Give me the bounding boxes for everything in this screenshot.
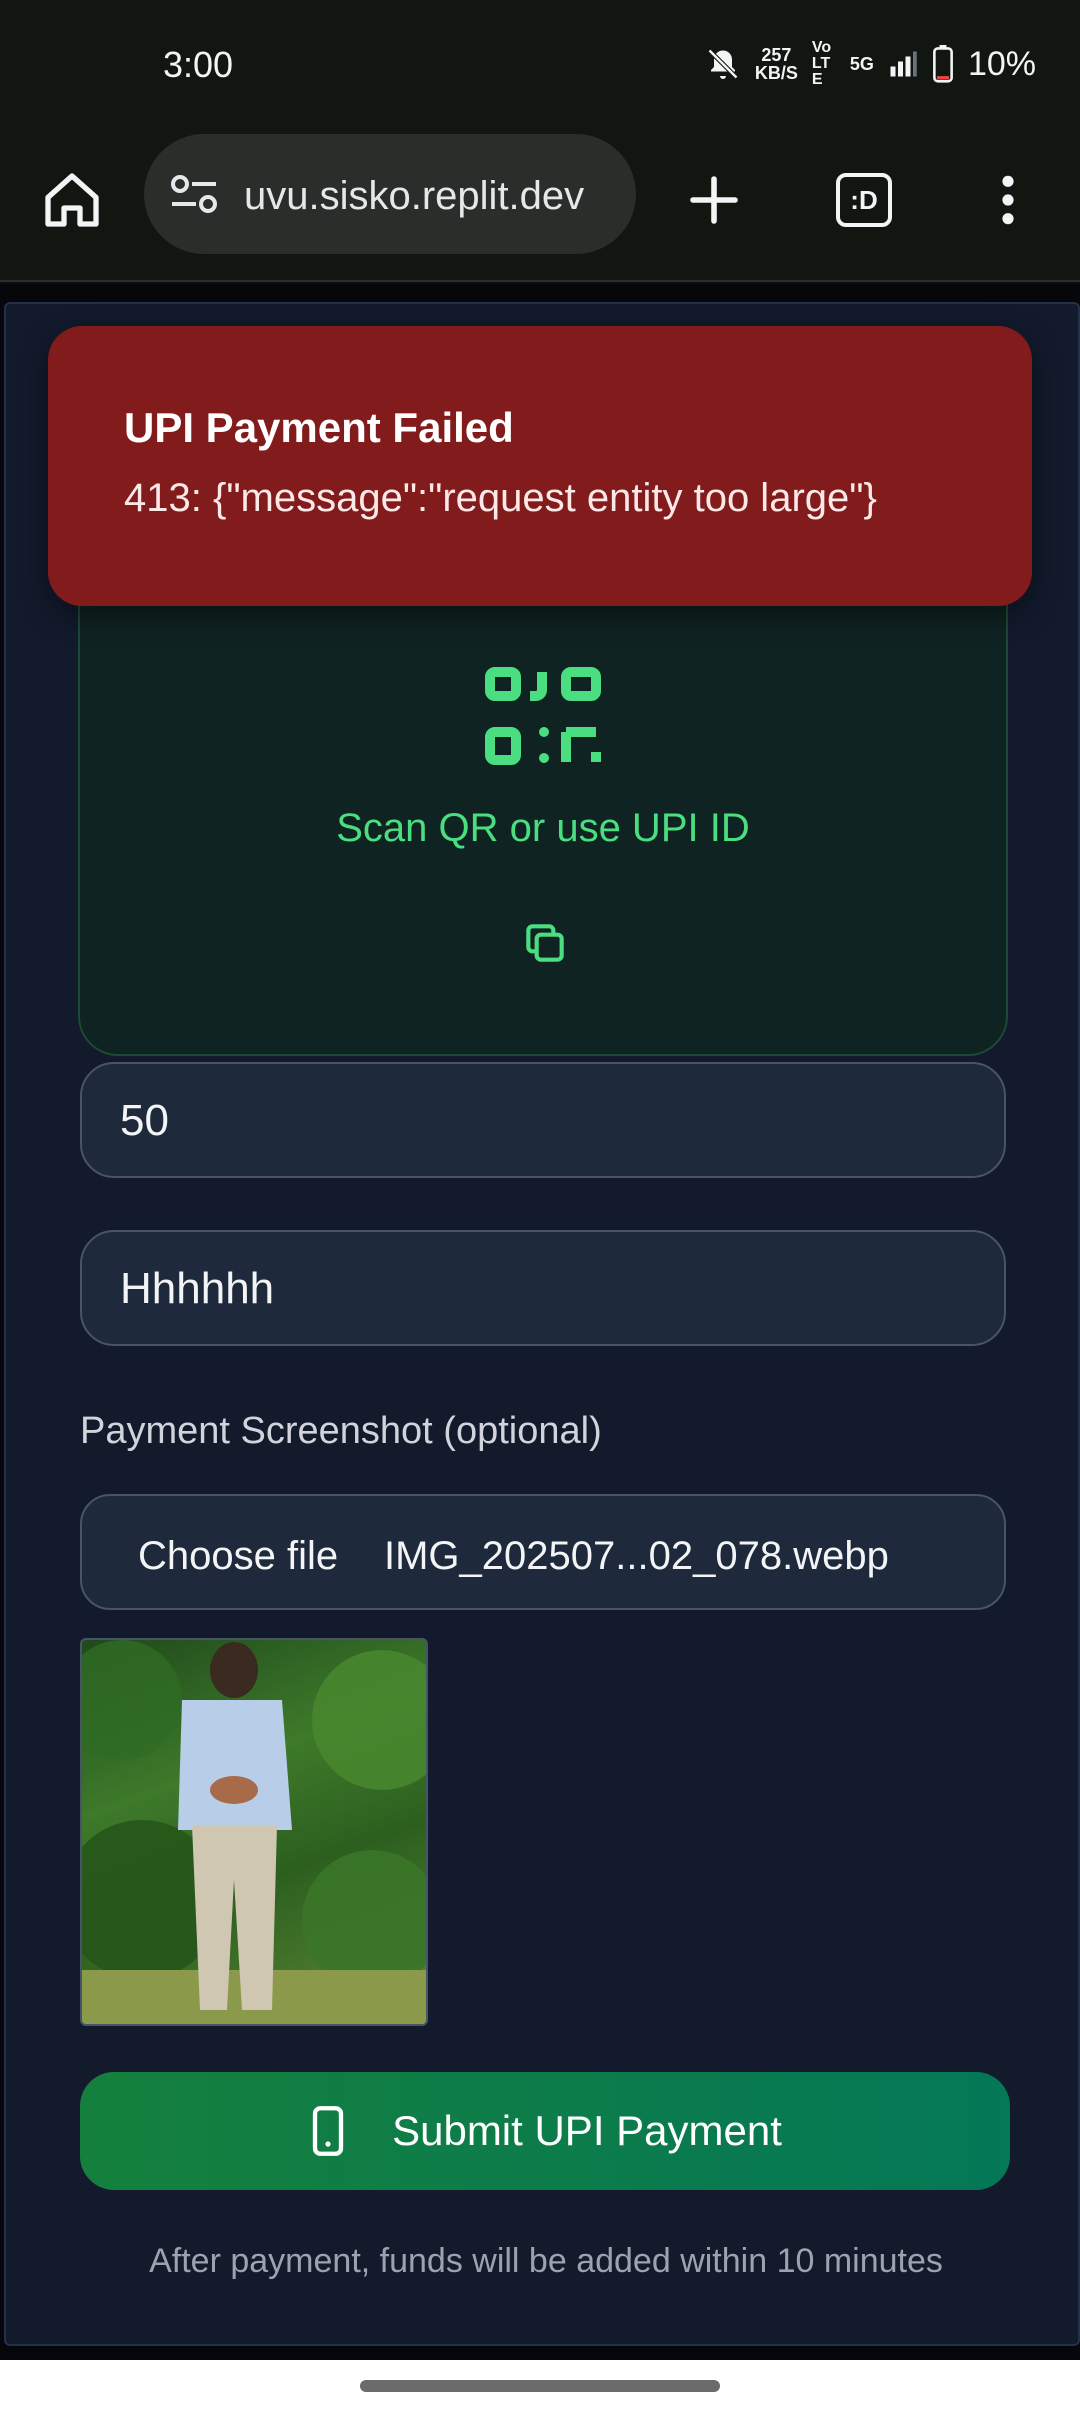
reference-field[interactable] [80, 1230, 1006, 1346]
signal-icon [890, 51, 917, 77]
qr-caption: Scan QR or use UPI ID [336, 806, 750, 850]
file-input[interactable]: Choose file IMG_202507...02_078.webp [80, 1494, 1006, 1610]
status-bar: 3:00 257 KB/S Vo LTE 5G 10% [0, 0, 1080, 130]
browser-toolbar: uvu.sisko.replit.dev :D [0, 130, 1080, 282]
screenshot-label: Payment Screenshot (optional) [80, 1410, 602, 1452]
network-type: 5G [849, 53, 874, 74]
address-bar[interactable]: uvu.sisko.replit.dev [144, 134, 636, 254]
network-speed: 257 KB/S [754, 45, 798, 83]
volte-indicator: Vo LTE [811, 39, 832, 88]
phone-icon [312, 2106, 344, 2156]
tabs-icon: :D [836, 173, 892, 227]
battery-icon [933, 45, 953, 83]
site-settings-icon[interactable] [168, 170, 220, 218]
bell-off-icon [707, 48, 738, 80]
choose-file-button[interactable]: Choose file [138, 1534, 338, 1579]
toast-title: UPI Payment Failed [124, 404, 514, 451]
url-text: uvu.sisko.replit.dev [244, 174, 585, 218]
qr-code-icon [485, 667, 601, 765]
submit-payment-button[interactable]: Submit UPI Payment [80, 2072, 1010, 2190]
selected-file-name: IMG_202507...02_078.webp [384, 1534, 889, 1578]
toast-message: 413: {"message":"request entity too larg… [124, 476, 877, 520]
footnote: After payment, funds will be added withi… [149, 2242, 943, 2280]
browser-menu-button[interactable] [968, 160, 1048, 240]
reference-input[interactable] [118, 1232, 962, 1346]
home-gesture-handle[interactable] [360, 2380, 720, 2392]
amount-input[interactable] [118, 1064, 962, 1178]
tabs-button[interactable]: :D [824, 160, 904, 240]
new-tab-button[interactable] [674, 160, 754, 240]
submit-label: Submit UPI Payment [392, 2107, 782, 2154]
screenshot-preview [80, 1638, 428, 2026]
home-icon [45, 173, 99, 227]
clock: 3:00 [163, 44, 234, 85]
preview-image [82, 1640, 426, 2024]
navigation-bar [0, 2360, 1080, 2412]
status-icons: 257 KB/S Vo LTE 5G 10% [705, 40, 1036, 88]
battery-percent: 10% [967, 44, 1036, 83]
home-button[interactable] [32, 160, 112, 240]
copy-icon[interactable] [520, 918, 570, 968]
menu-icon [1002, 175, 1014, 225]
error-toast[interactable]: UPI Payment Failed 413: {"message":"requ… [48, 326, 1032, 606]
payment-card: Scan QR or use UPI ID Payment Screenshot… [4, 302, 1080, 2346]
amount-field[interactable] [80, 1062, 1006, 1178]
new-tab-icon [690, 176, 738, 224]
